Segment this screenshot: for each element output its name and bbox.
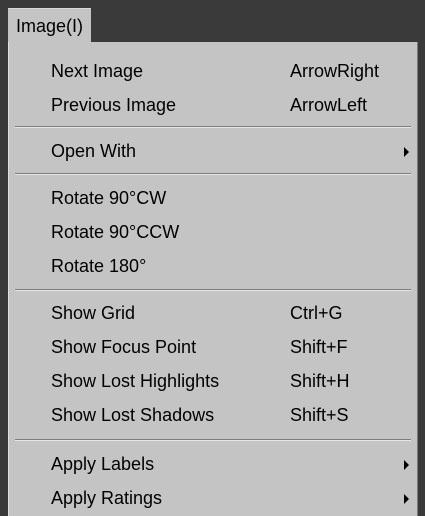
menu-item-apply-labels[interactable]: Apply Labels: [9, 447, 417, 481]
menu-item-next-image[interactable]: Next Image ArrowRight: [9, 54, 417, 88]
menu-item-rotate-90-cw[interactable]: Rotate 90°CW: [9, 181, 417, 215]
menu-item-label: Previous Image: [51, 95, 177, 115]
menu-item-label: Apply Ratings: [51, 488, 163, 508]
menu-item-label: Open With: [51, 141, 137, 161]
menu-item-rotate-90-ccw[interactable]: Rotate 90°CCW: [9, 215, 417, 249]
menu-item-label: Rotate 90°CW: [51, 188, 167, 208]
menu-separator: [15, 439, 411, 441]
menu-item-shortcut: ArrowLeft: [290, 95, 368, 115]
menu-item-shortcut: Shift+F: [290, 337, 348, 357]
menu-item-shortcut: Ctrl+G: [290, 303, 343, 323]
menu-item-label: Rotate 180°: [51, 256, 147, 276]
menu-item-label: Show Focus Point: [51, 337, 197, 357]
submenu-arrow-icon: [404, 147, 409, 157]
menu-item-show-lost-highlights[interactable]: Show Lost Highlights Shift+H: [9, 364, 417, 398]
menu-item-apply-ratings[interactable]: Apply Ratings: [9, 481, 417, 515]
menu-item-label: Apply Labels: [51, 454, 155, 474]
menu-item-rotate-180[interactable]: Rotate 180°: [9, 249, 417, 283]
menu-separator: [15, 289, 411, 291]
menubar: Image(I): [0, 0, 425, 42]
menu-item-label: Show Lost Shadows: [51, 405, 215, 425]
menu-item-previous-image[interactable]: Previous Image ArrowLeft: [9, 88, 417, 122]
menu-item-open-with[interactable]: Open With: [9, 134, 417, 168]
menu-item-label: Show Grid: [51, 303, 136, 323]
menu-item-show-lost-shadows[interactable]: Show Lost Shadows Shift+S: [9, 398, 417, 432]
menu-item-show-grid[interactable]: Show Grid Ctrl+G: [9, 296, 417, 330]
image-dropdown-menu: Next Image ArrowRight Previous Image Arr…: [8, 42, 418, 516]
menu-separator: [15, 173, 411, 175]
menu-item-shortcut: ArrowRight: [290, 61, 380, 81]
menu-item-show-focus-point[interactable]: Show Focus Point Shift+F: [9, 330, 417, 364]
menu-image[interactable]: Image(I): [8, 8, 92, 42]
menu-item-shortcut: Shift+S: [290, 405, 349, 425]
menu-item-shortcut: Shift+H: [290, 371, 350, 391]
menu-item-label: Rotate 90°CCW: [51, 222, 180, 242]
submenu-arrow-icon: [404, 460, 409, 470]
menu-item-label: Show Lost Highlights: [51, 371, 220, 391]
menu-item-label: Next Image: [51, 61, 144, 81]
menu-separator: [15, 126, 411, 128]
submenu-arrow-icon: [404, 494, 409, 504]
